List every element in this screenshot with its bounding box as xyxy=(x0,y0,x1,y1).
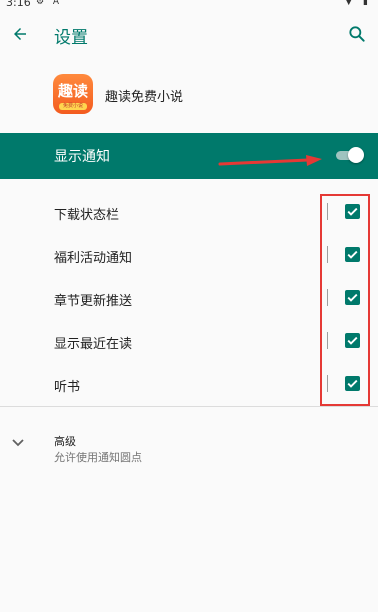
status-bar: 3:16 ⚙ A ▼ ▮ xyxy=(0,0,378,12)
toolbar: 设置 xyxy=(0,12,378,58)
app-header: 趣读 免费小说 趣读免费小说 xyxy=(0,66,378,126)
status-system-icons: ▼ ▮ xyxy=(345,0,372,7)
arrow-back-icon xyxy=(14,28,26,40)
chevron-down-icon xyxy=(12,439,24,447)
advanced-title: 高级 xyxy=(54,435,76,448)
channel-label: 听书 xyxy=(54,380,81,395)
switch-thumb xyxy=(348,147,364,163)
search-icon xyxy=(349,26,365,42)
status-time: 3:16 xyxy=(6,0,31,9)
status-notification-icons: ⚙ A xyxy=(36,0,63,7)
app-icon-subtext: 免费小说 xyxy=(59,103,87,110)
back-button[interactable] xyxy=(6,20,34,48)
notification-switch[interactable] xyxy=(336,147,364,163)
search-button[interactable] xyxy=(344,21,370,47)
channel-label: 下载状态栏 xyxy=(54,208,120,223)
section-divider xyxy=(0,406,378,407)
annotation-highlight-box xyxy=(320,194,370,406)
app-name: 趣读免费小说 xyxy=(105,90,184,105)
app-icon: 趣读 免费小说 xyxy=(53,74,93,114)
advanced-settings-row[interactable]: 高级 允许使用通知圆点 xyxy=(0,420,378,466)
annotation-arrow-icon xyxy=(218,155,322,166)
app-icon-text: 趣读 xyxy=(57,82,88,100)
channel-label: 章节更新推送 xyxy=(54,294,133,309)
advanced-subtitle: 允许使用通知圆点 xyxy=(54,451,142,464)
channel-label: 显示最近在读 xyxy=(54,337,133,352)
master-toggle-label: 显示通知 xyxy=(54,149,110,165)
channel-label: 福利活动通知 xyxy=(54,251,133,266)
page-title: 设置 xyxy=(54,28,88,48)
